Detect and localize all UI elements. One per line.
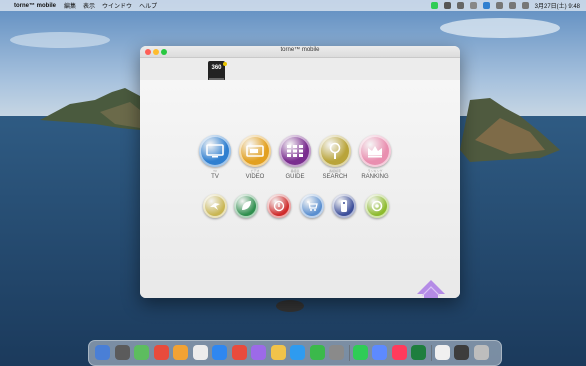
dock-trash-icon[interactable] (473, 345, 489, 360)
dock-photos-app-icon[interactable] (173, 345, 188, 360)
title-bar[interactable]: torne™ mobile (140, 46, 460, 58)
crown-icon (368, 146, 382, 158)
tv-sublabel: TV (213, 169, 217, 173)
video-sublabel: ビデオ (250, 169, 260, 173)
search-icon[interactable] (508, 2, 516, 9)
menu-bar: torne™ mobile 編集 表示 ウインドウ ヘルプ 3月27日(土) 9… (0, 0, 586, 11)
app-window: torne™ mobile 360 TV TV ビデオ VIDEO 番組表 GU… (140, 46, 460, 298)
search-icon (329, 142, 341, 159)
wifi-icon[interactable] (495, 2, 503, 9)
status-area: 3月27日(土) 9:48 (430, 1, 586, 10)
dock-line-app-icon[interactable] (352, 345, 368, 360)
dock-terminal-app-icon[interactable] (454, 345, 469, 360)
dock-preview-app-icon[interactable] (434, 345, 450, 360)
search-sublabel: 番組検索 (328, 169, 341, 173)
dock-app-store-icon[interactable] (290, 345, 305, 360)
dock-chrome-icon[interactable] (153, 345, 169, 360)
dock-music-app-icon[interactable] (391, 345, 407, 360)
dock-system-prefs-icon[interactable] (192, 345, 208, 360)
tv-button[interactable] (199, 135, 231, 167)
leaf-icon (242, 201, 251, 210)
search-button[interactable] (319, 135, 351, 167)
remote-button[interactable] (332, 194, 356, 218)
toolbar: 360 (140, 58, 460, 81)
clock[interactable]: 3月27日(土) 9:48 (535, 1, 580, 10)
settings-button[interactable] (365, 194, 389, 218)
dock-calculator-icon[interactable] (329, 345, 344, 360)
menu-view[interactable]: 表示 (83, 1, 95, 10)
dock-notes-icon[interactable] (270, 345, 286, 360)
remote-icon (341, 200, 347, 212)
dock-notes-app-icon[interactable] (251, 345, 266, 360)
cloud-icon[interactable] (456, 2, 464, 9)
mascot-scroll-up-button[interactable] (413, 276, 449, 298)
leaf-button[interactable] (234, 194, 258, 218)
badge-360-text: 360 (211, 65, 222, 71)
guide-label: GUIDE (285, 174, 305, 180)
alert-icon (273, 200, 285, 212)
guide-button[interactable] (279, 135, 311, 167)
dock-finder-icon[interactable] (95, 345, 110, 360)
bird-icon (210, 203, 220, 210)
main-content: TV TV ビデオ VIDEO 番組表 GUIDE 番組検索 SEARCH ラン… (140, 80, 460, 298)
dock (88, 340, 502, 366)
menu-help[interactable]: ヘルプ (139, 1, 157, 10)
dock-maps-icon[interactable] (134, 345, 149, 360)
guide-sublabel: 番組表 (290, 169, 300, 173)
line-status-icon[interactable] (430, 2, 438, 9)
control-center-icon[interactable] (521, 2, 529, 9)
dock-excel-app-icon[interactable] (411, 345, 426, 360)
alert-button[interactable] (267, 194, 291, 218)
ranking-sublabel: ランキング (367, 169, 383, 173)
dock-safari-icon[interactable] (212, 345, 227, 360)
tv-label: TV (211, 174, 219, 180)
dock-separator (348, 345, 350, 361)
status-app-icon[interactable] (443, 2, 451, 9)
video-icon (246, 145, 264, 157)
tv-icon (206, 144, 224, 158)
dock-mail-app-icon[interactable] (231, 345, 247, 360)
dock-launchpad-icon[interactable] (114, 345, 130, 360)
status-blue-icon[interactable] (482, 2, 490, 9)
menu-window[interactable]: ウインドウ (102, 1, 132, 10)
ranking-label: RANKING (361, 174, 389, 180)
gear-icon (371, 200, 383, 212)
badge-360[interactable]: 360 (208, 61, 227, 81)
video-label: VIDEO (245, 174, 265, 180)
app-menu[interactable]: torne™ mobile (14, 3, 56, 9)
dock-messages-app-icon[interactable] (309, 345, 325, 360)
ranking-button[interactable] (359, 135, 391, 167)
search-label: SEARCH (322, 174, 348, 180)
video-button[interactable] (239, 135, 271, 167)
cart-icon (307, 201, 318, 211)
menu-edit[interactable]: 編集 (64, 1, 76, 10)
window-title: torne™ mobile (280, 47, 320, 53)
cart-button[interactable] (300, 194, 324, 218)
dock-messenger-app-icon[interactable] (372, 345, 387, 360)
menu-extra-icon[interactable] (469, 2, 477, 9)
dock-separator (430, 345, 432, 361)
bird-button[interactable] (203, 194, 227, 218)
guide-icon (287, 145, 303, 157)
badge-dot-icon (223, 62, 227, 66)
